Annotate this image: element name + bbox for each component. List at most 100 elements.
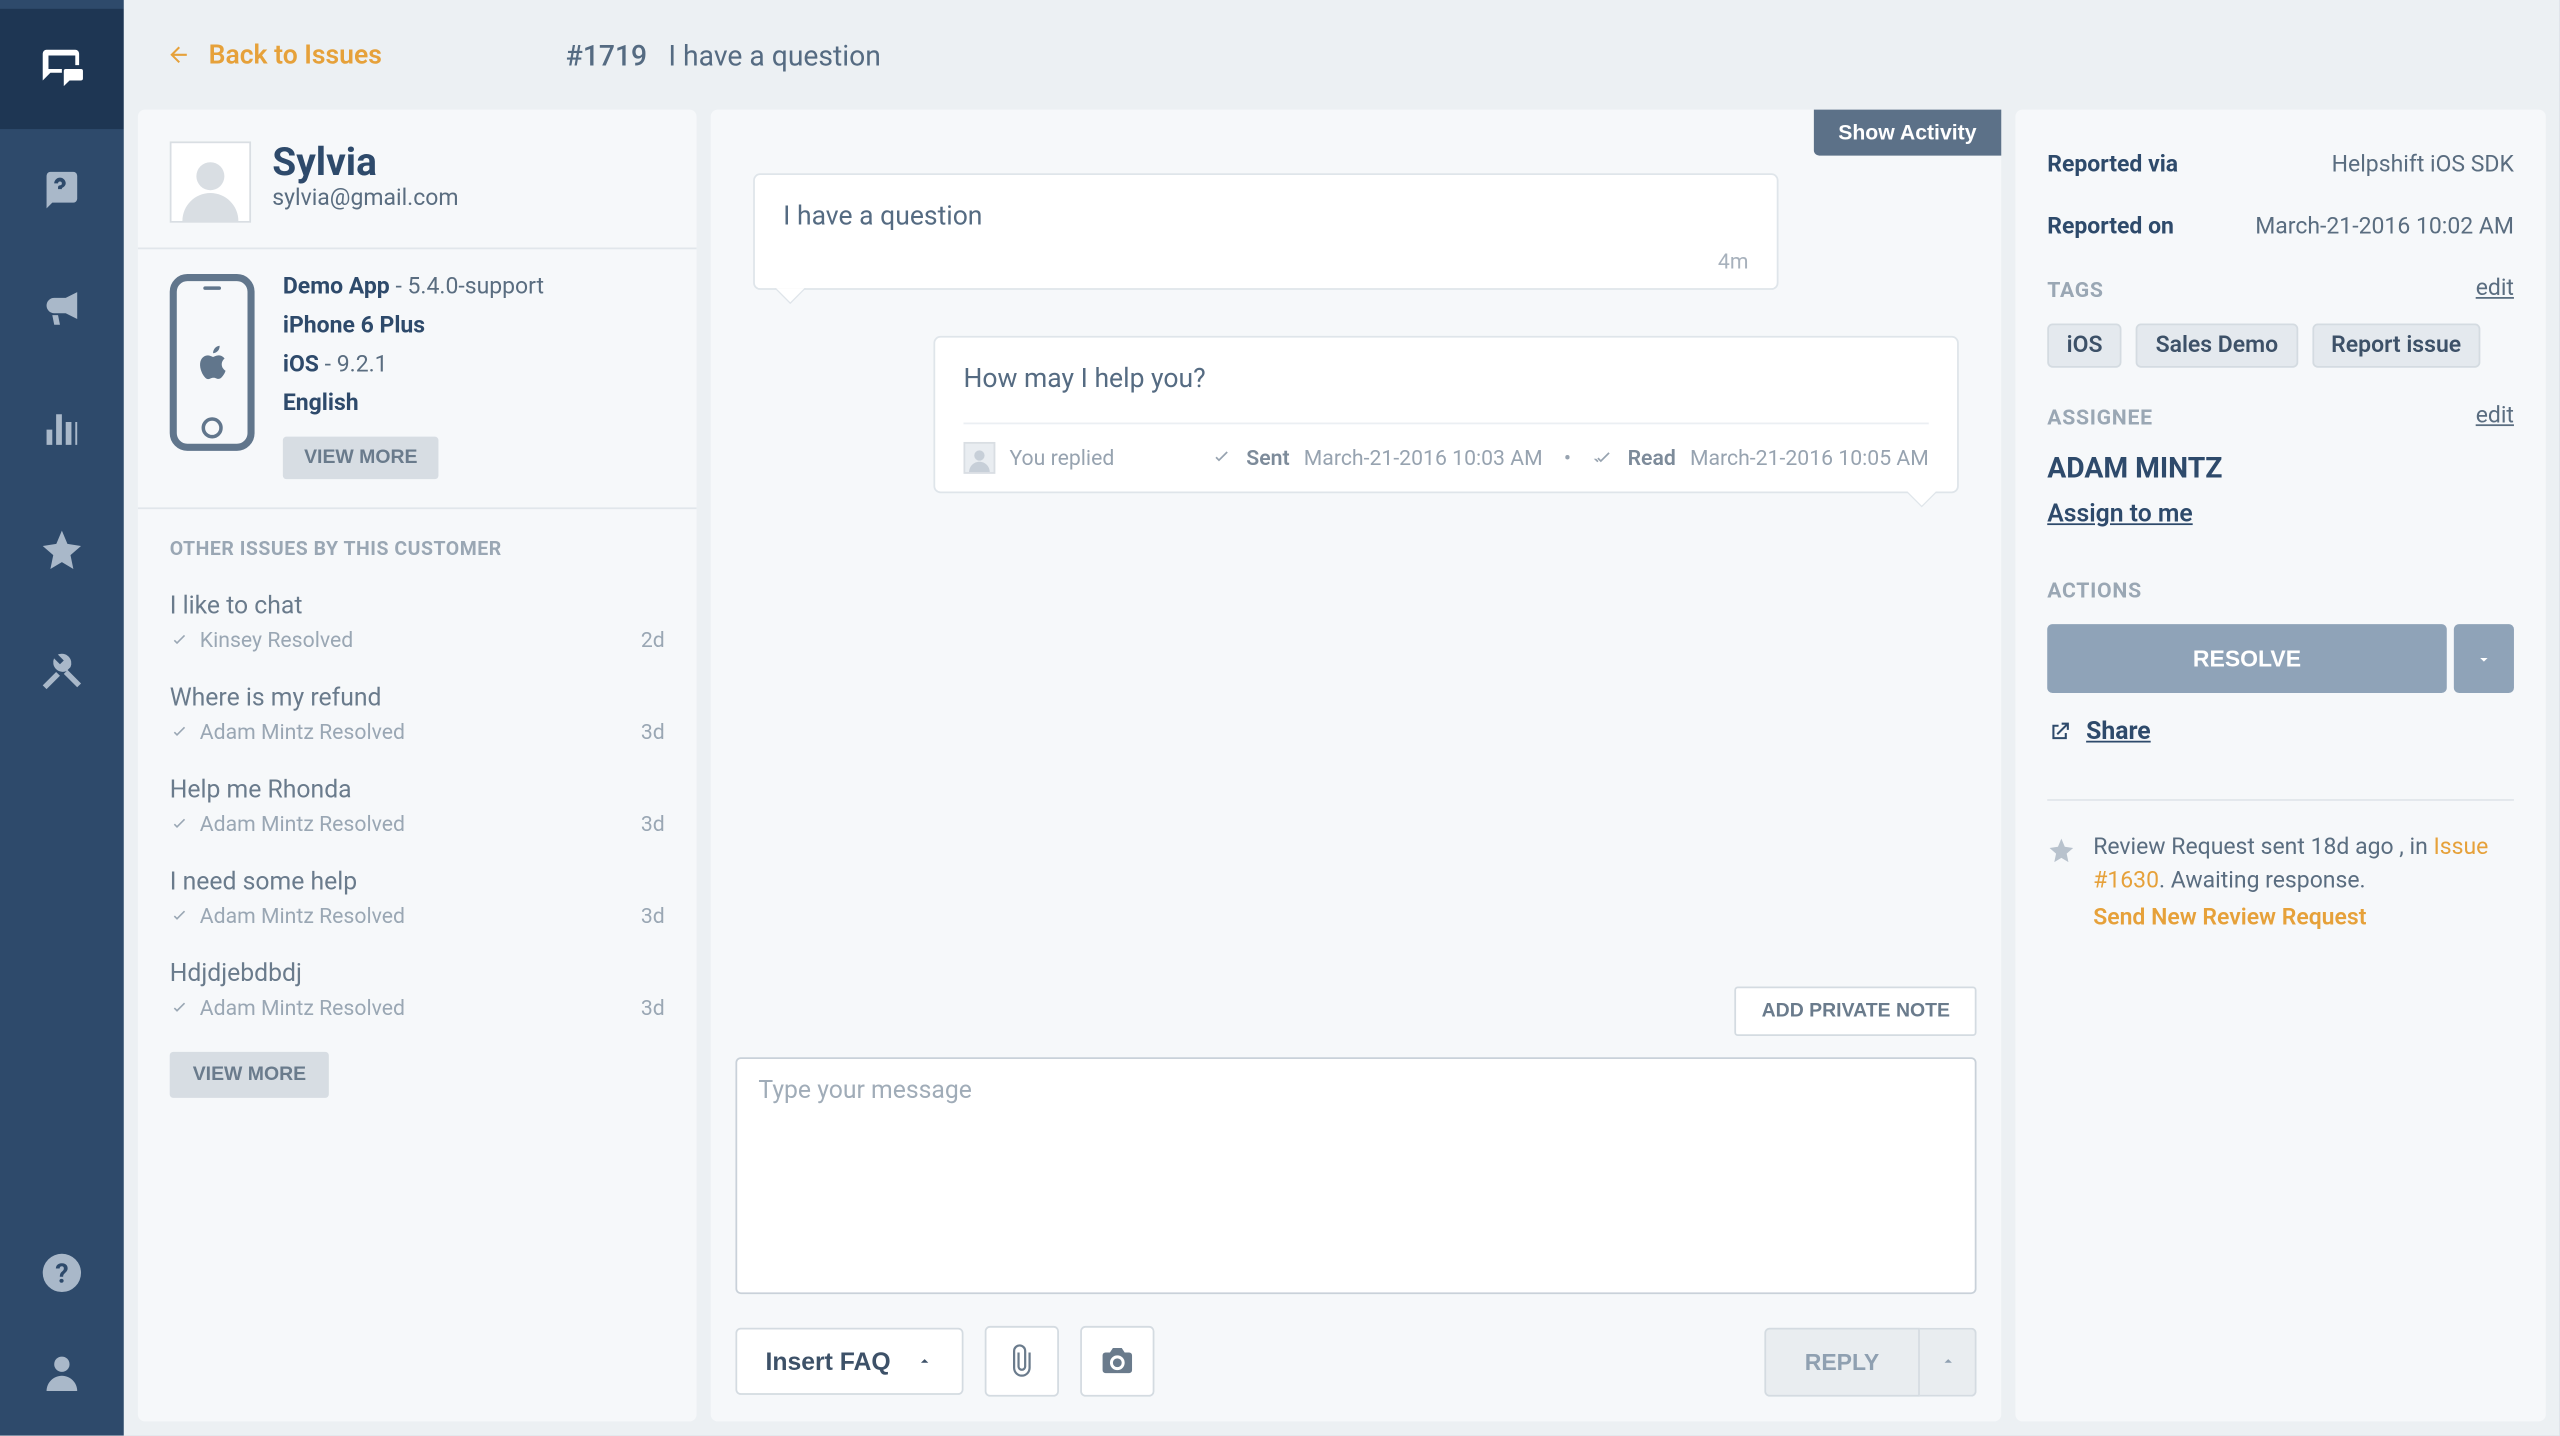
- resolve-options-button[interactable]: [2454, 624, 2514, 693]
- camera-icon: [1099, 1344, 1134, 1379]
- back-label: Back to Issues: [209, 39, 382, 71]
- left-nav-sidebar: ?: [0, 0, 124, 1436]
- issue-item-ago: 3d: [641, 903, 665, 928]
- caret-up-icon: [915, 1352, 933, 1370]
- paperclip-icon: [1004, 1344, 1039, 1379]
- megaphone-icon: [39, 286, 85, 332]
- os-version: - 9.2.1: [319, 352, 388, 379]
- tag[interactable]: Sales Demo: [2136, 324, 2297, 368]
- other-issue-item[interactable]: I need some help Adam Mintz Resolved 3d: [170, 868, 665, 928]
- share-link[interactable]: Share: [2047, 718, 2514, 746]
- other-issue-item[interactable]: I like to chat Kinsey Resolved 2d: [170, 592, 665, 652]
- edit-tags-link[interactable]: edit: [2476, 276, 2514, 303]
- insert-faq-button[interactable]: Insert FAQ: [735, 1328, 963, 1395]
- top-header: Back to Issues #1719 I have a question: [124, 0, 2560, 110]
- device-view-more-button[interactable]: VIEW MORE: [283, 437, 439, 479]
- issue-item-title: Help me Rhonda: [170, 776, 665, 804]
- issue-item-resolver: Adam Mintz Resolved: [200, 903, 405, 928]
- review-suffix: . Awaiting response.: [2159, 868, 2366, 895]
- main-panel: Back to Issues #1719 I have a question S…: [124, 0, 2560, 1436]
- nav-settings[interactable]: [0, 610, 124, 730]
- reported-via-value: Helpshift iOS SDK: [2332, 152, 2514, 179]
- caret-down-icon: [2475, 650, 2493, 668]
- issue-item-title: I need some help: [170, 868, 665, 896]
- language: English: [283, 391, 359, 418]
- nav-analytics[interactable]: [0, 369, 124, 489]
- reply-textarea[interactable]: [735, 1057, 1976, 1294]
- nav-faq[interactable]: [0, 129, 124, 249]
- issue-item-resolver: Adam Mintz Resolved: [200, 811, 405, 836]
- chat-icon: [39, 46, 85, 92]
- issue-item-resolver: Adam Mintz Resolved: [200, 995, 405, 1020]
- outgoing-text: How may I help you?: [964, 362, 1929, 394]
- read-label: Read: [1628, 446, 1676, 471]
- check-icon: [170, 998, 189, 1017]
- attach-file-button[interactable]: [984, 1326, 1058, 1397]
- customer-email: sylvia@gmail.com: [272, 186, 458, 213]
- other-issue-item[interactable]: Hdjdjebdbdj Adam Mintz Resolved 3d: [170, 960, 665, 1020]
- reply-button[interactable]: REPLY: [1764, 1327, 1920, 1396]
- app-version: - 5.4.0-support: [390, 274, 544, 301]
- other-issue-item[interactable]: Help me Rhonda Adam Mintz Resolved 3d: [170, 776, 665, 836]
- conversation-panel: Show Activity I have a question 4m How m…: [711, 110, 2002, 1422]
- sent-check-icon: [1211, 447, 1232, 468]
- read-check-icon: [1592, 447, 1613, 468]
- issue-item-ago: 3d: [641, 720, 665, 745]
- apple-icon: [189, 339, 235, 385]
- other-issues-view-more-button[interactable]: VIEW MORE: [170, 1052, 329, 1098]
- actions-heading: ACTIONS: [2047, 578, 2514, 603]
- camera-button[interactable]: [1080, 1326, 1154, 1397]
- device-icon: [170, 274, 255, 451]
- assign-to-me-link[interactable]: Assign to me: [2047, 500, 2192, 528]
- nav-conversations[interactable]: [0, 9, 124, 129]
- check-icon: [170, 906, 189, 925]
- app-name: Demo App: [283, 274, 390, 301]
- send-new-review-link[interactable]: Send New Review Request: [2093, 903, 2514, 936]
- analytics-icon: [39, 407, 85, 453]
- issue-item-resolver: Kinsey Resolved: [200, 628, 353, 653]
- star-icon: [39, 527, 85, 573]
- issue-item-ago: 3d: [641, 811, 665, 836]
- incoming-message: I have a question 4m: [753, 173, 1778, 290]
- tools-icon: [39, 647, 85, 693]
- you-replied-label: You replied: [1009, 446, 1114, 471]
- issue-title: I have a question: [668, 38, 881, 72]
- nav-campaigns[interactable]: [0, 249, 124, 369]
- nav-help[interactable]: ?: [0, 1223, 124, 1322]
- customer-name: Sylvia: [272, 141, 458, 185]
- nav-profile[interactable]: [0, 1322, 124, 1421]
- edit-assignee-link[interactable]: edit: [2476, 403, 2514, 430]
- back-arrow-icon: [166, 42, 191, 67]
- reported-on-value: March-21-2016 10:02 AM: [2255, 214, 2514, 241]
- other-issue-item[interactable]: Where is my refund Adam Mintz Resolved 3…: [170, 684, 665, 744]
- reply-options-button[interactable]: [1920, 1327, 1977, 1396]
- user-icon: [39, 1349, 85, 1395]
- tag[interactable]: iOS: [2047, 324, 2122, 368]
- review-prefix: Review Request sent 18d ago , in: [2093, 834, 2433, 861]
- svg-text:?: ?: [55, 1257, 68, 1289]
- avatar-placeholder-icon: [177, 154, 244, 221]
- issue-item-title: Where is my refund: [170, 684, 665, 712]
- divider: [2047, 799, 2514, 801]
- share-icon: [2047, 720, 2072, 745]
- tag[interactable]: Report issue: [2312, 324, 2481, 368]
- show-activity-button[interactable]: Show Activity: [1813, 110, 2001, 156]
- issue-item-resolver: Adam Mintz Resolved: [200, 720, 405, 745]
- incoming-time: 4m: [783, 249, 1748, 274]
- reported-via-label: Reported via: [2047, 152, 2178, 179]
- agent-avatar: [964, 442, 996, 474]
- customer-panel: Sylvia sylvia@gmail.com Demo App - 5.4.0…: [138, 110, 697, 1422]
- issue-item-title: Hdjdjebdbdj: [170, 960, 665, 988]
- issue-item-ago: 3d: [641, 995, 665, 1020]
- sent-time: March-21-2016 10:03 AM: [1304, 446, 1543, 471]
- outgoing-message: How may I help you? You replied Sent Mar…: [933, 336, 1958, 493]
- issue-number: #1719: [566, 38, 647, 72]
- resolve-button[interactable]: RESOLVE: [2047, 624, 2447, 693]
- assignee-heading: ASSIGNEE: [2047, 404, 2153, 429]
- device-model: iPhone 6 Plus: [283, 313, 425, 340]
- add-private-note-button[interactable]: ADD PRIVATE NOTE: [1735, 986, 1976, 1036]
- customer-avatar: [170, 141, 251, 222]
- read-time: March-21-2016 10:05 AM: [1690, 446, 1929, 471]
- nav-reviews[interactable]: [0, 490, 124, 610]
- back-to-issues-link[interactable]: Back to Issues: [141, 39, 406, 71]
